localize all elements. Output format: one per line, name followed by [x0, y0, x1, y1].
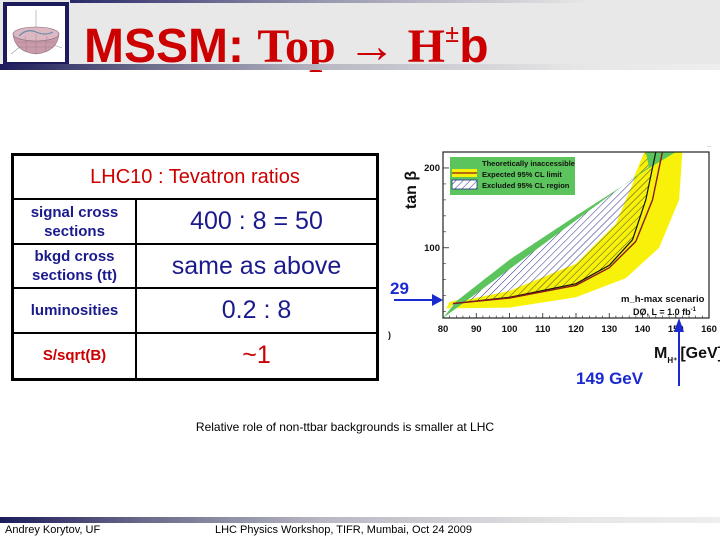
x-tick-label: 120 — [568, 324, 584, 335]
x-tick-label: 110 — [535, 324, 550, 335]
x-tick-label: 130 — [601, 324, 617, 335]
scenario-label: m_h-max scenario — [621, 294, 705, 305]
y-tick-label: 200 — [424, 163, 440, 174]
footer-author: Andrey Korytov, UF — [5, 524, 101, 536]
row-value: 400 : 8 = 50 — [135, 198, 379, 245]
table-row: signal cross sections 400 : 8 = 50 — [11, 198, 379, 245]
lumi-label: DØ, L = 1.0 fb-1 — [633, 307, 697, 317]
row-label: bkgd cross sections (tt) — [11, 243, 137, 289]
row-label: luminosities — [11, 287, 137, 334]
ratios-table: LHC10 : Tevatron ratios signal cross sect… — [11, 153, 379, 381]
exclusion-plot: 8090100110120130140150160100200 Theoreti… — [388, 128, 720, 400]
exclusion-plot-svg: 8090100110120130140150160100200 Theoreti… — [388, 144, 720, 388]
table-title: LHC10 : Tevatron ratios — [11, 153, 379, 200]
x-tick-label: 160 — [701, 324, 717, 335]
table-row: S/sqrt(B) ~1 — [11, 332, 379, 380]
x-axis-label: MH⁺ [GeV] — [654, 345, 720, 365]
svg-text:··: ·· — [707, 144, 711, 150]
x-tick-label: 90 — [471, 324, 482, 335]
header-divider — [0, 64, 720, 70]
legend: Theoretically inaccessible Expected 95% … — [450, 157, 575, 195]
row-value: 0.2 : 8 — [135, 287, 379, 334]
legend-swatch-excluded — [451, 179, 478, 190]
mass-annotation-value: 149 GeV — [576, 369, 644, 388]
tanb-arrow-head-icon — [432, 294, 443, 306]
footer-event: LHC Physics Workshop, TIFR, Mumbai, Oct … — [215, 524, 472, 536]
row-value: ~1 — [135, 332, 379, 380]
logo-frame — [3, 2, 69, 66]
row-label: signal cross sections — [11, 198, 137, 245]
note-text: Relative role of non-ttbar backgrounds i… — [195, 420, 495, 434]
x-tick-label: 140 — [635, 324, 651, 335]
footer-divider — [0, 517, 720, 523]
tanb-annotation-value: 29 — [390, 279, 409, 298]
header-top-rule — [70, 0, 720, 3]
table-row: luminosities 0.2 : 8 — [11, 287, 379, 334]
legend-label: Excluded 95% CL region — [482, 181, 570, 190]
y-axis-label: tan β — [403, 171, 420, 209]
legend-label: Theoretically inaccessible — [482, 159, 575, 168]
x-tick-label: 80 — [438, 324, 449, 335]
row-value: same as above — [135, 243, 379, 289]
legend-swatch-inaccessible — [452, 158, 477, 167]
table-row: bkgd cross sections (tt) same as above — [11, 243, 379, 289]
x-tick-label: 100 — [502, 324, 518, 335]
legend-label: Expected 95% CL limit — [482, 170, 562, 179]
mexican-hat-potential-icon — [10, 10, 63, 55]
y-tick-label: 100 — [424, 243, 440, 254]
clipped-tick-label: ) — [388, 330, 391, 340]
row-label: S/sqrt(B) — [11, 332, 137, 380]
